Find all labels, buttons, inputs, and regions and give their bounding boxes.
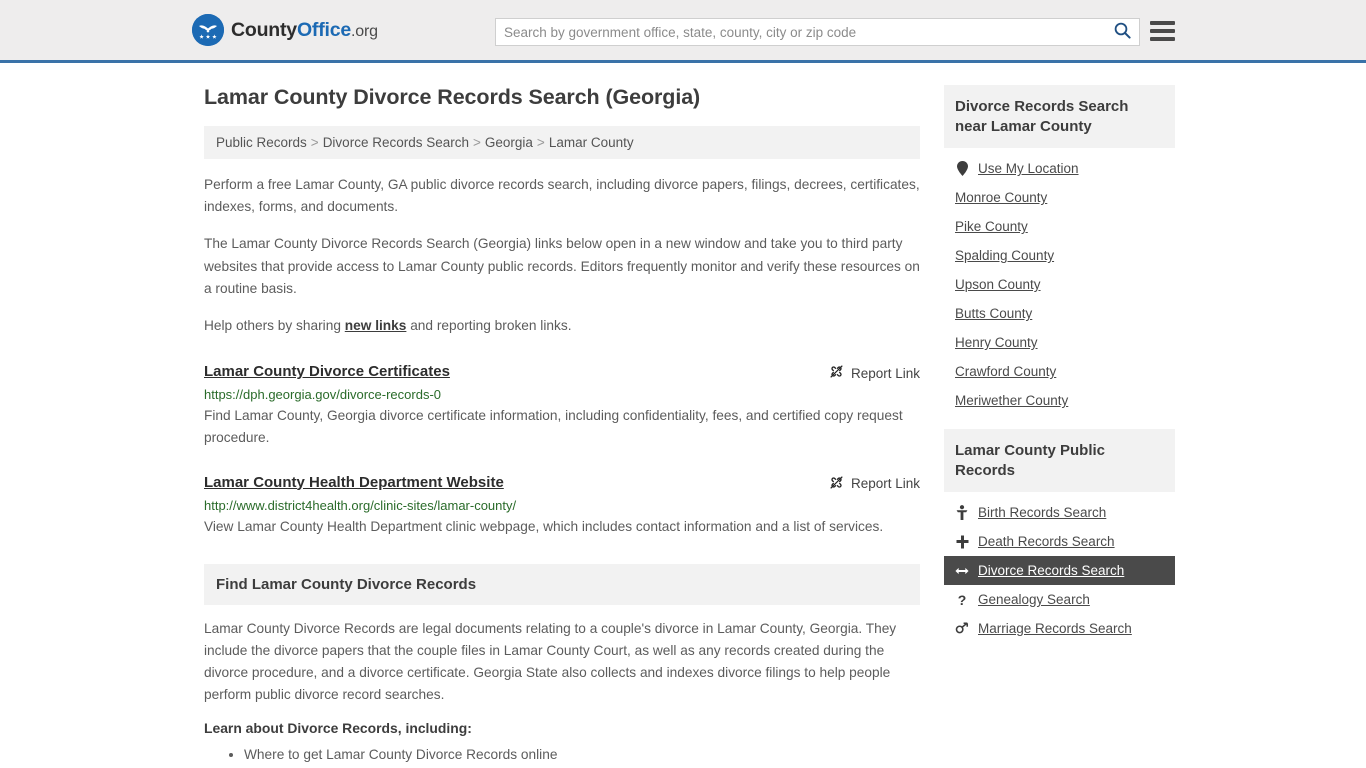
report-link-button[interactable]: Report Link: [829, 363, 920, 382]
breadcrumb-separator: >: [310, 135, 319, 150]
sidebar-item-meriwether-county[interactable]: Meriwether County: [944, 386, 1175, 415]
sidebar-nearby-title: Divorce Records Search near Lamar County: [944, 85, 1175, 148]
question-mark-icon: ?: [957, 591, 967, 608]
sidebar-item-label[interactable]: Use My Location: [978, 161, 1079, 176]
section-paragraph: Lamar County Divorce Records are legal d…: [204, 620, 897, 703]
main-content: Lamar County Divorce Records Search (Geo…: [204, 85, 920, 767]
sidebar-item-marriage-records-search[interactable]: Marriage Records Search: [944, 614, 1175, 643]
sidebar-item-label[interactable]: Spalding County: [955, 248, 1054, 263]
logo-wordmark: CountyOffice.org: [231, 19, 378, 42]
report-link-button[interactable]: Report Link: [829, 474, 920, 493]
cross-icon: [955, 535, 969, 549]
sidebar-item-label[interactable]: Meriwether County: [955, 393, 1068, 408]
sidebar-item-henry-county[interactable]: Henry County: [944, 328, 1175, 357]
page-title: Lamar County Divorce Records Search (Geo…: [204, 85, 701, 109]
result-description: View Lamar County Health Department clin…: [204, 518, 884, 534]
logo-text-county: County: [231, 18, 297, 41]
site-header: CountyOffice.org: [0, 0, 1366, 63]
breadcrumb-item-georgia[interactable]: Georgia: [485, 135, 533, 150]
sidebar-item-butts-county[interactable]: Butts County: [944, 299, 1175, 328]
search-input[interactable]: [496, 19, 1105, 45]
intro-paragraph-2: The Lamar County Divorce Records Search …: [204, 236, 920, 296]
sidebar-item-label[interactable]: Death Records Search: [978, 534, 1115, 549]
new-links-link[interactable]: new links: [345, 318, 407, 333]
left-right-arrow-icon: [955, 565, 969, 577]
sidebar-item-death-records-search[interactable]: Death Records Search: [944, 527, 1175, 556]
result-url: https://dph.georgia.gov/divorce-records-…: [204, 387, 442, 403]
report-link-label: Report Link: [850, 476, 920, 491]
sidebar-item-monroe-county[interactable]: Monroe County: [944, 183, 1175, 212]
breadcrumb-separator: >: [536, 135, 545, 150]
page-body: Lamar County Divorce Records Search (Geo…: [0, 85, 1366, 767]
sidebar-item-spalding-county[interactable]: Spalding County: [944, 241, 1175, 270]
eagle-stars-seal-icon: [192, 14, 224, 46]
sidebar-item-label[interactable]: Monroe County: [955, 190, 1047, 205]
hamburger-menu-icon[interactable]: [1150, 20, 1175, 42]
sidebar-item-label[interactable]: Upson County: [955, 277, 1041, 292]
result-title-link[interactable]: Lamar County Divorce Certificates: [204, 363, 450, 380]
sidebar-item-genealogy-search[interactable]: ? Genealogy Search: [944, 585, 1175, 614]
learn-list: Where to get Lamar County Divorce Record…: [204, 744, 920, 766]
sidebar-item-use-my-location[interactable]: Use My Location: [944, 154, 1175, 183]
result-title-link[interactable]: Lamar County Health Department Website: [204, 474, 504, 491]
sidebar-item-crawford-county[interactable]: Crawford County: [944, 357, 1175, 386]
sidebar-nearby-box: Divorce Records Search near Lamar County…: [944, 85, 1175, 415]
intro-paragraph-1: Perform a free Lamar County, GA public d…: [204, 177, 920, 215]
help-suffix: and reporting broken links.: [406, 317, 572, 333]
sidebar-item-upson-county[interactable]: Upson County: [944, 270, 1175, 299]
breadcrumb-item-divorce-records-search[interactable]: Divorce Records Search: [323, 135, 469, 150]
result-url: http://www.district4health.org/clinic-si…: [204, 497, 517, 513]
list-item: Where to get Lamar County Divorce Record…: [244, 744, 920, 766]
help-prefix: Help others by sharing: [204, 317, 345, 333]
result-item: Lamar County Health Department Website R…: [204, 474, 920, 538]
breadcrumb: Public Records > Divorce Records Search > Ge…: [204, 126, 920, 159]
report-link-label: Report Link: [850, 365, 920, 381]
hamburger-bar: [1150, 21, 1175, 25]
section-body: Lamar County Divorce Records are legal d…: [204, 618, 920, 767]
broken-link-icon: [829, 364, 844, 382]
sidebar: Divorce Records Search near Lamar County…: [944, 85, 1175, 767]
sidebar-public-records-box: Lamar County Public Records Birth Record…: [944, 429, 1175, 643]
sidebar-item-label[interactable]: Butts County: [955, 306, 1032, 321]
sidebar-item-divorce-records-search[interactable]: Divorce Records Search: [944, 556, 1175, 585]
sidebar-item-label[interactable]: Crawford County: [955, 364, 1056, 379]
hamburger-bar: [1150, 29, 1175, 33]
search-icon: [1114, 22, 1131, 42]
sidebar-nearby-list: Use My Location Monroe County Pike Count…: [944, 148, 1175, 415]
baby-icon: [955, 505, 969, 520]
learn-heading: Learn about Divorce Records, including:: [204, 720, 472, 737]
breadcrumb-item-lamar-county[interactable]: Lamar County: [549, 135, 634, 150]
sidebar-item-label[interactable]: Genealogy Search: [978, 592, 1090, 607]
result-item: Lamar County Divorce Certificates Report…: [204, 363, 920, 449]
sidebar-item-label[interactable]: Henry County: [955, 335, 1038, 350]
male-female-icon: [955, 622, 969, 635]
sidebar-item-label[interactable]: Divorce Records Search: [978, 563, 1124, 578]
sidebar-item-label[interactable]: Marriage Records Search: [978, 621, 1132, 636]
help-paragraph: Help others by sharing new links and rep…: [204, 315, 920, 337]
result-description: Find Lamar County, Georgia divorce certi…: [204, 408, 903, 446]
sidebar-public-records-list: Birth Records Search Death Records Searc…: [944, 492, 1175, 643]
search-button[interactable]: [1105, 19, 1139, 45]
sidebar-item-pike-county[interactable]: Pike County: [944, 212, 1175, 241]
hamburger-bar: [1150, 37, 1175, 41]
logo-text-office: Office: [296, 18, 352, 41]
broken-link-icon: [829, 475, 844, 493]
map-pin-icon: [955, 161, 969, 176]
logo-text-tld: .org: [351, 22, 378, 40]
breadcrumb-separator: >: [473, 135, 481, 150]
section-heading: Find Lamar County Divorce Records: [204, 563, 920, 605]
sidebar-item-label[interactable]: Birth Records Search: [978, 505, 1106, 520]
sidebar-item-birth-records-search[interactable]: Birth Records Search: [944, 498, 1175, 527]
sidebar-item-label[interactable]: Pike County: [955, 219, 1028, 234]
sidebar-public-records-title: Lamar County Public Records: [944, 429, 1175, 492]
search-bar[interactable]: [495, 18, 1140, 46]
site-logo[interactable]: CountyOffice.org: [192, 14, 378, 46]
result-list: Lamar County Divorce Certificates Report…: [204, 363, 920, 538]
breadcrumb-item-public-records[interactable]: Public Records: [216, 135, 307, 150]
